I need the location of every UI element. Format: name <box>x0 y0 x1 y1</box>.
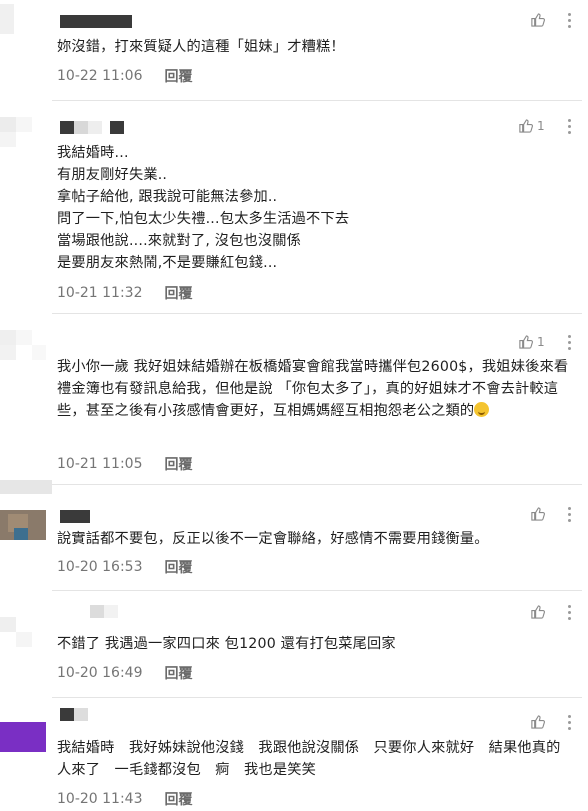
comment-item: 說實話都不要包，反正以後不一定會聯絡，好感情不需要用錢衡量。 10-20 16:… <box>0 494 588 590</box>
comment-timestamp: 10-22 11:06 <box>57 68 143 84</box>
thumbs-up-icon <box>519 119 533 133</box>
thumbs-up-icon <box>531 605 545 619</box>
thumbs-up-icon <box>519 335 533 349</box>
like-button[interactable]: 1 <box>518 118 545 133</box>
comment-item: 不錯了 我遇過一家四口來 包1200 還有打包菜尾回家 10-20 16:49 … <box>0 591 588 697</box>
reply-button[interactable]: 回覆 <box>164 454 192 474</box>
like-button[interactable] <box>530 604 549 619</box>
comment-item: 1 我小你一歲 我好姐妹結婚辦在板橋婚宴會館我當時攜伴包2600$，我姐妹後來看… <box>0 314 588 484</box>
like-button[interactable] <box>530 506 549 521</box>
thumbs-up-icon <box>531 507 545 521</box>
avatar[interactable] <box>0 330 46 360</box>
comment-timestamp: 10-20 16:49 <box>57 665 143 681</box>
like-button[interactable] <box>530 12 549 27</box>
reply-button[interactable]: 回覆 <box>164 283 192 303</box>
username-redacted[interactable] <box>60 510 90 523</box>
reply-button[interactable]: 回覆 <box>164 66 192 86</box>
username-redacted[interactable] <box>60 15 132 28</box>
more-options-button[interactable] <box>568 335 572 350</box>
avatar[interactable] <box>0 617 46 647</box>
thumbs-up-icon <box>531 13 545 27</box>
comment-timestamp: 10-21 11:05 <box>57 456 143 472</box>
avatar[interactable] <box>0 510 46 540</box>
comment-text-content: 我小你一歲 我好姐妹結婚辦在板橋婚宴會館我當時攜伴包2600$，我姐妹後來看禮金… <box>57 359 569 419</box>
username-redacted[interactable] <box>60 121 124 134</box>
reply-button[interactable]: 回覆 <box>164 663 192 683</box>
rolling-on-floor-laughing-emoji <box>474 402 490 417</box>
comment-text: 不錯了 我遇過一家四口來 包1200 還有打包菜尾回家 <box>57 636 396 652</box>
username-redacted[interactable] <box>60 708 88 721</box>
comment-text: 我結婚時 我好姊妹說他沒錢 我跟他說沒關係 只要你人來就好 結果他真的人來了 一… <box>57 740 561 778</box>
more-options-button[interactable] <box>568 13 572 28</box>
avatar-strip <box>0 480 52 494</box>
like-count: 1 <box>537 118 545 133</box>
comment-text: 說實話都不要包，反正以後不一定會聯絡，好感情不需要用錢衡量。 <box>57 531 489 547</box>
like-count: 1 <box>537 334 545 349</box>
like-button[interactable]: 1 <box>518 334 545 349</box>
comment-timestamp: 10-20 11:43 <box>57 791 143 807</box>
more-options-button[interactable] <box>568 119 572 134</box>
more-options-button[interactable] <box>568 715 572 730</box>
reply-button[interactable]: 回覆 <box>164 789 192 809</box>
avatar[interactable] <box>0 4 46 34</box>
comment-timestamp: 10-20 16:53 <box>57 559 143 575</box>
comment-item: 妳沒錯，打來質疑人的這種「姐妹」才糟糕！ 10-22 11:06 回覆 <box>0 0 588 100</box>
comment-item: 1 我結婚時... 有朋友剛好失業.. 拿帖子給他, 跟我說可能無法參加.. 問… <box>0 101 588 313</box>
thumbs-up-icon <box>531 715 545 729</box>
comment-timestamp: 10-21 11:32 <box>57 285 143 301</box>
comment-item: 我結婚時 我好姊妹說他沒錢 我跟他說沒關係 只要你人來就好 結果他真的人來了 一… <box>0 698 588 811</box>
like-button[interactable] <box>530 714 549 729</box>
avatar[interactable] <box>0 722 46 752</box>
username-redacted[interactable] <box>60 605 118 618</box>
comment-text: 我結婚時... 有朋友剛好失業.. 拿帖子給他, 跟我說可能無法參加.. 問了一… <box>57 145 350 271</box>
reply-button[interactable]: 回覆 <box>164 557 192 577</box>
comment-text: 我小你一歲 我好姐妹結婚辦在板橋婚宴會館我當時攜伴包2600$，我姐妹後來看禮金… <box>57 356 572 422</box>
divider <box>52 484 582 485</box>
avatar[interactable] <box>0 117 46 147</box>
more-options-button[interactable] <box>568 507 572 522</box>
more-options-button[interactable] <box>568 605 572 620</box>
comment-text: 妳沒錯，打來質疑人的這種「姐妹」才糟糕！ <box>57 39 345 55</box>
